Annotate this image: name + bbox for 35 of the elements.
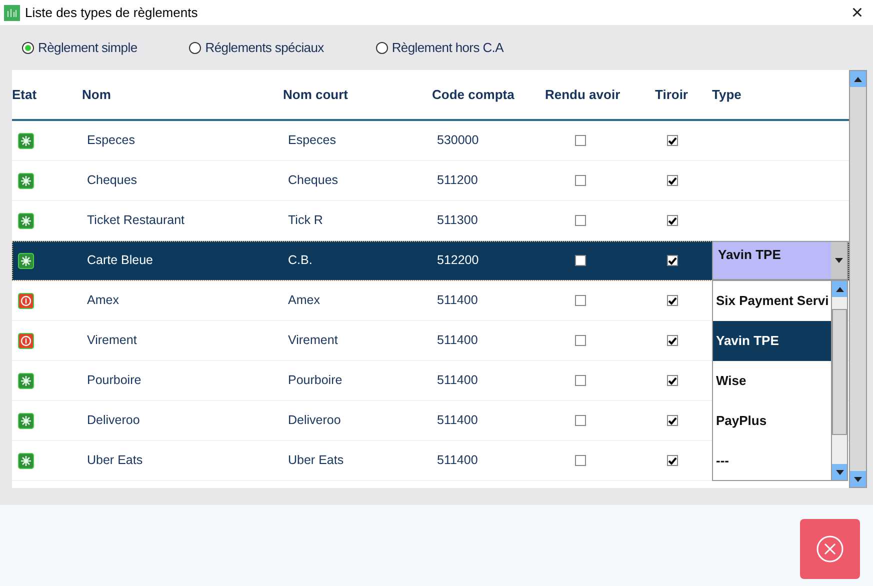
table-cell: 511400	[437, 453, 478, 468]
table-cell: 511300	[437, 213, 478, 228]
table-cell: Amex	[288, 293, 320, 308]
window-title: Liste des types de règlements	[25, 4, 199, 22]
table-cell: Amex	[87, 293, 119, 308]
column-header: Nom court	[283, 86, 349, 104]
table-cell: 511400	[437, 413, 478, 428]
table-cell: 512200	[437, 253, 479, 268]
table-cell: Carte Bleue	[87, 253, 154, 268]
column-header: Nom	[82, 86, 112, 104]
table-cell: Pourboire	[87, 373, 142, 388]
table-cell: Virement	[87, 333, 137, 348]
column-header: Etat	[12, 86, 38, 104]
table-cell: Uber Eats	[87, 453, 143, 468]
table-cell: 511400	[437, 293, 478, 308]
table-cell: Uber Eats	[288, 453, 344, 468]
table-cell: Tick R	[288, 213, 323, 228]
table-cell: Pourboire	[288, 373, 342, 388]
table-cell: Virement	[288, 333, 338, 348]
table-cell: Ticket Restaurant	[87, 213, 184, 228]
table-cell: 511400	[437, 373, 478, 388]
column-header: Tiroir	[655, 86, 689, 104]
table-cell: Especes	[288, 133, 336, 148]
table-cell: 511400	[437, 333, 478, 348]
column-header: Rendu avoir	[545, 86, 622, 104]
table-cell: Deliveroo	[288, 413, 341, 428]
table-cell: Deliveroo	[87, 413, 140, 428]
table-cell: Cheques	[288, 173, 338, 188]
table-cell: 530000	[437, 133, 479, 148]
table-cell: Cheques	[87, 173, 138, 188]
table-cell: C.B.	[288, 253, 312, 268]
column-header: Code compta	[432, 86, 516, 104]
table-cell: 511200	[437, 173, 478, 188]
column-header: Type	[712, 86, 742, 104]
table-cell: Especes	[87, 133, 135, 148]
